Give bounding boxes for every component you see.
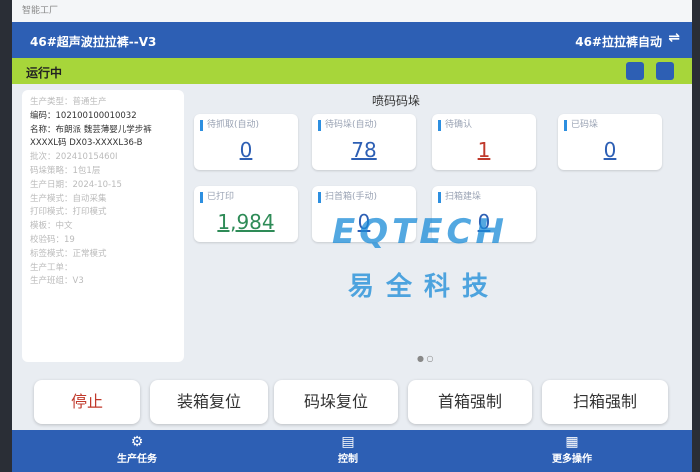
watermark-text: 易全科技 [348,272,501,302]
packing-reset-button[interactable]: 装箱复位 [150,380,268,424]
task-icon: ⚙ [130,434,144,450]
info-line: 生产班组：V3 [30,276,84,287]
counter-label: 已打印 [200,192,234,203]
counter-value: 1,984 [217,210,275,234]
info-line: 生产工单： [30,262,73,273]
run-status: 运行中 [26,66,63,80]
info-line: 标签模式：正常模式 [30,248,107,259]
status-bar: 运行中 [12,58,692,84]
counter-value: 78 [351,138,377,162]
info-line: 生产类型：普通生产 [30,97,107,107]
counter-card[interactable]: 待确认 1 [432,114,536,170]
counter-label: 扫箱建垛 [438,192,481,203]
tab-production-task[interactable]: ⚙ 生产任务 [102,434,172,465]
list-icon[interactable] [656,62,674,80]
info-line: 打印模式：打印模式 [30,207,107,218]
info-line: 批次：20241015460I [30,152,118,163]
scan-box-force-button[interactable]: 扫箱强制 [542,380,668,424]
counter-value: 0 [603,138,617,162]
control-icon: ▤ [341,434,355,450]
window-title: 智能工厂 [12,0,692,22]
counter-card[interactable]: 已码垛 0 [558,114,662,170]
tab-more-actions[interactable]: ▦ 更多操作 [532,434,612,465]
info-line: 模板：中文 [30,221,73,232]
counter-label: 扫首箱(手动) [318,192,377,203]
counter-card[interactable]: 待码垛(自动) 78 [312,114,416,170]
page-indicator: ● ○ [417,354,434,363]
bottom-nav: ⚙ 生产任务 ▤ 控制 ▦ 更多操作 [12,430,692,472]
first-box-force-button[interactable]: 首箱强制 [408,380,532,424]
swap-icon[interactable]: ⇌ [668,30,680,46]
info-line: 名称：布朗派 魏芸薄婴儿学步裤 [30,124,152,135]
counter-value: 0 [239,138,253,162]
counter-label: 待码垛(自动) [318,120,377,131]
production-info: 生产类型：普通生产 编码：102100100010032 名称：布朗派 魏芸薄婴… [22,90,184,362]
app-header: 46#超声波拉拉裤--V3 46#拉拉裤自动 ⇌ [12,22,692,58]
info-line: 编码：102100100010032 [30,110,137,121]
screen: 智能工厂 46#超声波拉拉裤--V3 46#拉拉裤自动 ⇌ 运行中 生产类型：普… [12,0,692,472]
counter-card[interactable]: 待抓取(自动) 0 [194,114,298,170]
mode-title: 46#拉拉裤自动 [575,35,662,49]
panel-title: 喷码码垛 [372,94,421,108]
printer-icon[interactable] [626,62,644,80]
info-line: 生产日期：2024-10-15 [30,179,122,190]
counter-label: 待抓取(自动) [200,120,259,131]
tab-label: 控制 [338,454,358,465]
grid-icon: ▦ [565,434,579,450]
info-line: 校验码：19 [30,234,75,245]
info-line: XXXXL码 DX03-XXXXL36-B [30,138,143,149]
stacking-reset-button[interactable]: 码垛复位 [274,380,398,424]
tab-label: 更多操作 [552,454,592,465]
stop-button[interactable]: 停止 [34,380,140,424]
watermark-logo: EQTECH [332,212,508,252]
tab-label: 生产任务 [117,454,157,465]
info-line: 生产模式：自动采集 [30,193,107,204]
counter-card[interactable]: 已打印 1,984 [194,186,298,242]
counter-value: 1 [477,138,491,162]
tab-control[interactable]: ▤ 控制 [318,434,378,465]
counter-label: 待确认 [438,120,472,131]
counter-label: 已码垛 [564,120,598,131]
info-line: 码垛策略：1包1层 [30,165,101,176]
machine-title: 46#超声波拉拉裤--V3 [30,35,157,49]
